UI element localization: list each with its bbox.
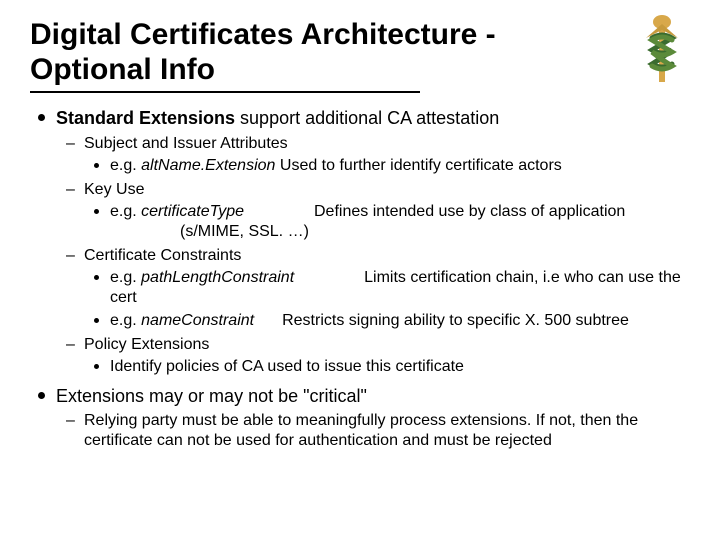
sub-head: Policy Extensions <box>84 336 209 353</box>
eg-label: e.g. <box>110 157 141 174</box>
detail-pathlength: e.g. pathLengthConstraintLimits certific… <box>110 268 690 308</box>
term: certificateType <box>141 203 244 220</box>
sub-relying-party: Relying party must be able to meaningful… <box>84 411 690 451</box>
slide: Digital Certificates Architecture - Opti… <box>0 0 720 540</box>
sub-subject-issuer: Subject and Issuer Attributes e.g. altNa… <box>84 134 690 176</box>
desc: Relying party must be able to meaningful… <box>84 412 638 449</box>
sub-head: Key Use <box>84 181 144 198</box>
detail-certificatetype: e.g. certificateType Defines intended use… <box>110 202 690 242</box>
desc: Identify policies of CA used to issue th… <box>110 358 464 375</box>
bullet-list: Standard Extensions support additional C… <box>30 107 690 451</box>
desc: Restricts signing ability to specific X.… <box>282 312 629 329</box>
slide-title: Digital Certificates Architecture - Opti… <box>30 18 590 87</box>
caduceus-logo-icon <box>632 10 692 90</box>
sub-key-use: Key Use e.g. certificateType Defines inte… <box>84 180 690 242</box>
sub-head: Certificate Constraints <box>84 247 241 264</box>
bullet-critical: Extensions may or may not be "critical" … <box>56 385 690 452</box>
term: nameConstraint <box>141 312 254 329</box>
lead-text: Standard Extensions <box>56 108 235 128</box>
sub-policy-extensions: Policy Extensions Identify policies of C… <box>84 335 690 377</box>
detail-policy: Identify policies of CA used to issue th… <box>110 357 690 377</box>
eg-label: e.g. <box>110 312 141 329</box>
text: Extensions may or may not be "critical" <box>56 386 367 406</box>
tail-text: support additional CA attestation <box>235 108 499 128</box>
title-underline <box>30 91 420 93</box>
desc: Used to further identify certificate act… <box>275 157 561 174</box>
eg-label: e.g. <box>110 269 141 286</box>
bullet-standard-extensions: Standard Extensions support additional C… <box>56 107 690 377</box>
desc-a: Defines intended use by class of applica… <box>314 203 625 220</box>
term: pathLengthConstraint <box>141 269 294 286</box>
sub-cert-constraints: Certificate Constraints e.g. pathLengthC… <box>84 246 690 331</box>
sub-head: Subject and Issuer Attributes <box>84 135 288 152</box>
detail-altname: e.g. altName.Extension Used to further i… <box>110 156 690 176</box>
eg-label: e.g. <box>110 203 141 220</box>
term: altName.Extension <box>141 157 275 174</box>
detail-nameconstraint: e.g. nameConstraint Restricts signing abi… <box>110 311 690 331</box>
desc-b: (s/MIME, SSL. …) <box>180 223 309 240</box>
